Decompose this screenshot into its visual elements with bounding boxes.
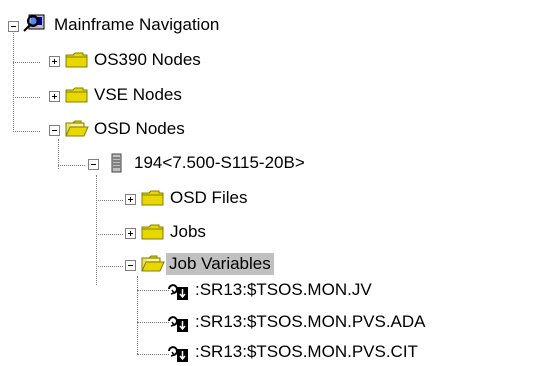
tree-line [137,322,169,323]
tree-node-label[interactable]: OSD Nodes [91,118,188,140]
tree-line [13,97,40,98]
collapse-toggle[interactable] [88,159,99,170]
tree-line [96,266,123,267]
expand-toggle[interactable] [125,194,136,205]
mainframe-navigation-icon [23,14,45,32]
tree-node-label[interactable]: VSE Nodes [91,84,185,106]
tree-node-label-selected[interactable]: Job Variables [166,253,274,275]
job-variable-icon [168,316,188,332]
tree-node-label[interactable]: OS390 Nodes [91,49,204,71]
tree-line [96,175,97,285]
tree-line [13,27,14,132]
tree-line [96,234,123,235]
navigation-tree: Mainframe Navigation OS390 Nodes VSE Nod… [0,0,537,366]
collapse-toggle[interactable] [49,125,60,136]
tree-line [13,131,40,132]
expand-toggle[interactable] [49,91,60,102]
job-variable-icon [168,346,188,362]
collapse-toggle[interactable] [125,260,136,271]
tree-node-label[interactable]: Mainframe Navigation [51,14,222,36]
expand-toggle[interactable] [49,56,60,67]
tree-node-label[interactable]: Jobs [167,221,209,243]
tree-node-label[interactable]: :SR13:$TSOS.MON.PVS.CIT [192,341,421,363]
server-icon [111,153,122,173]
tree-line [137,276,138,354]
folder-icon [141,190,164,206]
tree-node-label[interactable]: :SR13:$TSOS.MON.PVS.ADA [192,311,429,333]
job-variable-icon [168,284,188,300]
expand-toggle[interactable] [125,228,136,239]
tree-line [137,290,169,291]
open-folder-icon [141,255,165,272]
tree-node-label[interactable]: :SR13:$TSOS.MON.JV [192,279,375,301]
tree-node-label[interactable]: OSD Files [167,187,250,209]
tree-line [13,62,40,63]
folder-icon [65,87,88,103]
tree-line [96,200,123,201]
tree-node-label[interactable]: 194<7.500-S115-20B> [131,152,308,174]
tree-line [58,165,85,166]
folder-icon [65,52,88,68]
collapse-toggle[interactable] [8,21,19,32]
folder-icon [141,224,164,240]
open-folder-icon [65,120,89,137]
tree-line [137,354,169,355]
